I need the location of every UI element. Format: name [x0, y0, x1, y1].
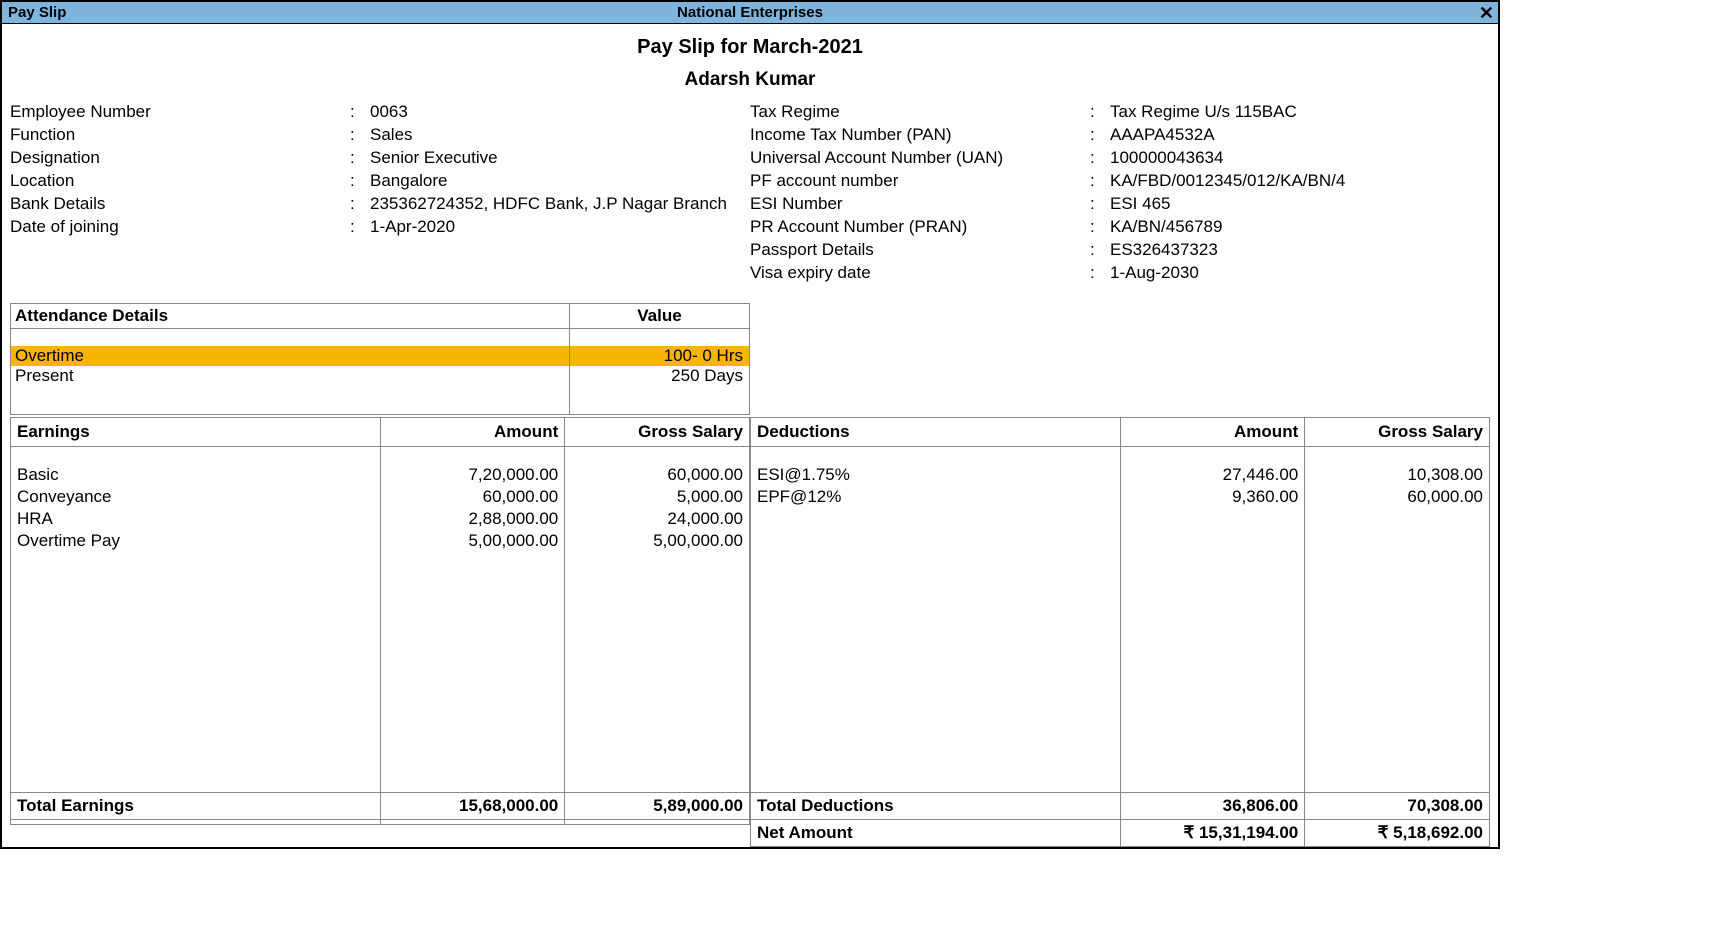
info-row: Employee Number:0063 — [10, 101, 750, 124]
info-label: PR Account Number (PRAN) — [750, 216, 1090, 239]
total-row: Total Earnings15,68,000.005,89,000.00 — [11, 792, 750, 819]
info-label: ESI Number — [750, 193, 1090, 216]
info-value: 0063 — [370, 101, 750, 124]
info-row: Location:Bangalore — [10, 170, 750, 193]
table-row: EPF@12%9,360.0060,000.00 — [751, 486, 1490, 508]
attendance-row: Overtime100- 0 Hrs — [11, 346, 750, 366]
info-right-column: Tax Regime:Tax Regime U/s 115BACIncome T… — [750, 101, 1490, 285]
info-value: KA/FBD/0012345/012/KA/BN/4 — [1110, 170, 1490, 193]
info-row: ESI Number:ESI 465 — [750, 193, 1490, 216]
table-row: Conveyance60,000.005,000.00 — [11, 486, 750, 508]
info-value: KA/BN/456789 — [1110, 216, 1490, 239]
info-row: Function:Sales — [10, 124, 750, 147]
info-label: Designation — [10, 147, 350, 170]
info-label: Employee Number — [10, 101, 350, 124]
info-row: PF account number:KA/FBD/0012345/012/KA/… — [750, 170, 1490, 193]
info-value: Sales — [370, 124, 750, 147]
info-value: 1-Apr-2020 — [370, 216, 750, 239]
info-row: PR Account Number (PRAN):KA/BN/456789 — [750, 216, 1490, 239]
close-icon[interactable]: ✕ — [1479, 2, 1494, 24]
info-row: Income Tax Number (PAN):AAAPA4532A — [750, 124, 1490, 147]
info-row: Date of joining:1-Apr-2020 — [10, 216, 750, 239]
table-row: HRA2,88,000.0024,000.00 — [11, 508, 750, 530]
info-row: Universal Account Number (UAN):100000043… — [750, 147, 1490, 170]
total-row: Total Deductions36,806.0070,308.00 — [751, 792, 1490, 819]
attendance-row: Present250 Days — [11, 366, 750, 386]
page-title: Pay Slip for March-2021 — [10, 36, 1490, 59]
info-value: ESI 465 — [1110, 193, 1490, 216]
net-row — [11, 819, 750, 824]
info-value: Bangalore — [370, 170, 750, 193]
attendance-header-value: Value — [570, 303, 750, 328]
table-row: Basic7,20,000.0060,000.00 — [11, 464, 750, 486]
earnings-column: EarningsAmountGross SalaryBasic7,20,000.… — [10, 417, 750, 848]
info-row: Tax Regime:Tax Regime U/s 115BAC — [750, 101, 1490, 124]
payslip-window: Pay Slip National Enterprises ✕ Pay Slip… — [0, 0, 1500, 849]
attendance-details: Attendance Details Value Overtime100- 0 … — [10, 303, 750, 415]
table-row: Overtime Pay5,00,000.005,00,000.00 — [11, 530, 750, 552]
info-value: Senior Executive — [370, 147, 750, 170]
info-row: Passport Details:ES326437323 — [750, 239, 1490, 262]
info-value: 1-Aug-2030 — [1110, 262, 1490, 285]
info-label: Date of joining — [10, 216, 350, 239]
info-value: ES326437323 — [1110, 239, 1490, 262]
info-label: PF account number — [750, 170, 1090, 193]
info-value: 100000043634 — [1110, 147, 1490, 170]
info-label: Tax Regime — [750, 101, 1090, 124]
info-left-column: Employee Number:0063Function:SalesDesign… — [10, 101, 750, 285]
info-row: Bank Details:235362724352, HDFC Bank, J.… — [10, 193, 750, 216]
table-row: ESI@1.75%27,446.0010,308.00 — [751, 464, 1490, 486]
info-row: Designation:Senior Executive — [10, 147, 750, 170]
info-label: Income Tax Number (PAN) — [750, 124, 1090, 147]
info-label: Bank Details — [10, 193, 350, 216]
info-label: Passport Details — [750, 239, 1090, 262]
info-label: Location — [10, 170, 350, 193]
info-value: 235362724352, HDFC Bank, J.P Nagar Branc… — [370, 193, 750, 216]
info-value: AAAPA4532A — [1110, 124, 1490, 147]
titlebar: Pay Slip National Enterprises ✕ — [2, 2, 1498, 24]
titlebar-center: National Enterprises — [2, 4, 1498, 21]
info-label: Function — [10, 124, 350, 147]
employee-info: Employee Number:0063Function:SalesDesign… — [10, 101, 1490, 285]
employee-name: Adarsh Kumar — [10, 69, 1490, 91]
net-row: Net Amount₹ 15,31,194.00₹ 5,18,692.00 — [751, 819, 1490, 846]
info-value: Tax Regime U/s 115BAC — [1110, 101, 1490, 124]
attendance-header-label: Attendance Details — [11, 303, 570, 328]
info-label: Universal Account Number (UAN) — [750, 147, 1090, 170]
info-row: Visa expiry date:1-Aug-2030 — [750, 262, 1490, 285]
deductions-column: DeductionsAmountGross SalaryESI@1.75%27,… — [750, 417, 1490, 848]
info-label: Visa expiry date — [750, 262, 1090, 285]
titlebar-left: Pay Slip — [2, 4, 66, 21]
earnings-deductions: EarningsAmountGross SalaryBasic7,20,000.… — [10, 417, 1490, 848]
